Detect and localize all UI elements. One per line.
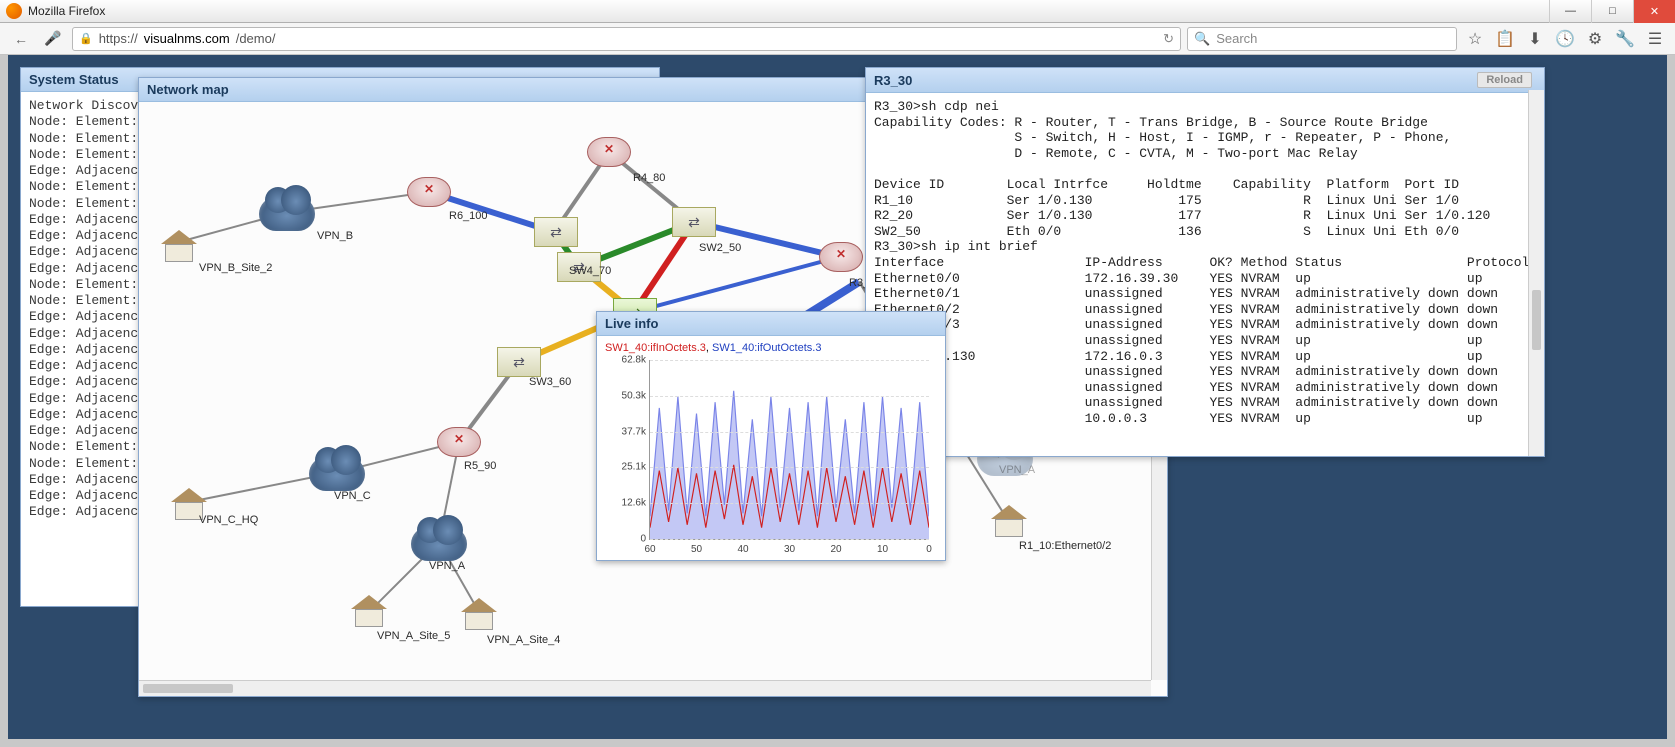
firefox-icon: [6, 3, 22, 19]
label-r4-80: R4_80: [633, 172, 665, 184]
label-sw2-50: SW2_50: [699, 242, 741, 254]
x-tick: 10: [877, 544, 888, 555]
page-content: System Status Network Discovery: Node: E…: [8, 55, 1667, 739]
chart-area: 012.6k25.1k37.7k50.3k62.8k6050403020100: [649, 360, 929, 540]
terminal-header[interactable]: R3_30 Reload: [866, 68, 1544, 93]
back-button[interactable]: ←: [8, 26, 34, 52]
node-sw3-60[interactable]: [497, 347, 541, 377]
x-tick: 20: [830, 544, 841, 555]
y-tick: 50.3k: [606, 390, 646, 401]
close-button[interactable]: ✕: [1633, 0, 1675, 23]
label-sw3-60: SW3_60: [529, 376, 571, 388]
y-tick: 62.8k: [606, 355, 646, 366]
search-placeholder: Search: [1216, 31, 1257, 46]
download-icon[interactable]: ⬇: [1523, 29, 1547, 49]
chart-svg: [650, 360, 929, 539]
node-vpn-b[interactable]: [259, 197, 315, 231]
node-r6-100[interactable]: [407, 177, 451, 207]
node-vpn-c[interactable]: [309, 457, 365, 491]
mic-icon[interactable]: 🎤: [40, 26, 66, 52]
url-domain: visualnms.com: [144, 31, 230, 46]
label-vpn-a-site-4: VPN_A_Site_4: [487, 634, 560, 646]
live-info-panel[interactable]: Live info SW1_40:ifInOctets.3, SW1_40:if…: [596, 311, 946, 561]
library-icon[interactable]: 📋: [1493, 29, 1517, 49]
label-r1-10-eth: R1_10:Ethernet0/2: [1019, 540, 1111, 552]
y-tick: 12.6k: [606, 498, 646, 509]
window-title: Mozilla Firefox: [28, 4, 105, 18]
history-icon[interactable]: 🕓: [1553, 29, 1577, 49]
label-vpn-a-2: VPN_A: [999, 464, 1035, 476]
maximize-button[interactable]: □: [1591, 0, 1633, 23]
url-path: /demo/: [236, 31, 276, 46]
url-prefix: https://: [99, 31, 138, 46]
label-sw4-70: SW4_70: [569, 265, 611, 277]
node-r4-80[interactable]: [587, 137, 631, 167]
live-info-title[interactable]: Live info: [597, 312, 945, 336]
terminal-title: R3_30: [874, 73, 912, 88]
terminal-panel[interactable]: R3_30 Reload R3_30>sh cdp nei Capability…: [865, 67, 1545, 457]
search-box[interactable]: 🔍 Search: [1187, 27, 1457, 51]
developer-icon[interactable]: 🔧: [1613, 29, 1637, 49]
node-vpn-a-site-4[interactable]: [461, 600, 497, 630]
terminal-scrollbar[interactable]: [1528, 90, 1544, 456]
browser-toolbar: ← 🎤 🔒 https:// visualnms.com/demo/ ↻ 🔍 Se…: [0, 23, 1675, 55]
y-tick: 0: [606, 534, 646, 545]
terminal-reload-button[interactable]: Reload: [1477, 72, 1532, 88]
node-sw4-70[interactable]: [534, 217, 578, 247]
node-vpn-a[interactable]: [411, 527, 467, 561]
url-bar[interactable]: 🔒 https:// visualnms.com/demo/ ↻: [72, 27, 1181, 51]
label-vpn-a-site-5: VPN_A_Site_5: [377, 630, 450, 642]
menu-icon[interactable]: ☰: [1643, 29, 1667, 49]
minimize-button[interactable]: —: [1549, 0, 1591, 23]
settings-gear-icon[interactable]: ⚙: [1583, 29, 1607, 49]
x-tick: 40: [737, 544, 748, 555]
node-r5-90[interactable]: [437, 427, 481, 457]
label-vpn-a: VPN_A: [429, 560, 465, 572]
legend-series-1: SW1_40:ifInOctets.3: [605, 342, 706, 354]
node-sw2-50[interactable]: [672, 207, 716, 237]
label-vpn-c: VPN_C: [334, 490, 371, 502]
label-vpn-b-site-2: VPN_B_Site_2: [199, 262, 272, 274]
y-tick: 37.7k: [606, 426, 646, 437]
live-info-body: SW1_40:ifInOctets.3, SW1_40:ifOutOctets.…: [597, 336, 945, 546]
label-vpn-b: VPN_B: [317, 230, 353, 242]
x-tick: 50: [691, 544, 702, 555]
label-r6-100: R6_100: [449, 210, 488, 222]
node-vpn-a-site-5[interactable]: [351, 597, 387, 627]
window-titlebar: Mozilla Firefox — □ ✕: [0, 0, 1675, 23]
terminal-body[interactable]: R3_30>sh cdp nei Capability Codes: R - R…: [866, 93, 1544, 432]
x-tick: 60: [644, 544, 655, 555]
label-vpn-c-hq: VPN_C_HQ: [199, 514, 258, 526]
label-r5-90: R5_90: [464, 460, 496, 472]
node-vpn-b-site-2[interactable]: [161, 232, 197, 262]
legend-series-2: SW1_40:ifOutOctets.3: [712, 342, 821, 354]
map-scrollbar-horizontal[interactable]: [139, 680, 1151, 696]
bookmark-star-icon[interactable]: ☆: [1463, 29, 1487, 49]
y-tick: 25.1k: [606, 462, 646, 473]
lock-icon: 🔒: [79, 32, 93, 45]
x-tick: 0: [926, 544, 932, 555]
x-tick: 30: [784, 544, 795, 555]
node-r1-10-eth[interactable]: [991, 507, 1027, 537]
node-r3-30[interactable]: [819, 242, 863, 272]
reload-icon[interactable]: ↻: [1163, 31, 1174, 47]
search-icon: 🔍: [1194, 31, 1210, 47]
